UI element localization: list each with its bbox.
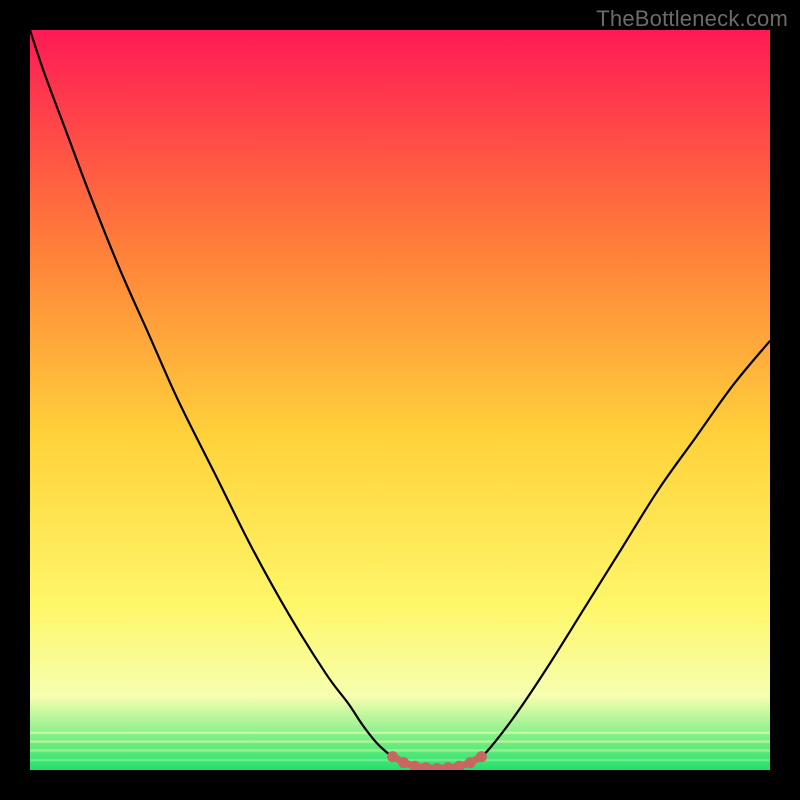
optimal-marker <box>465 757 476 768</box>
gradient-background <box>30 30 770 770</box>
green-band <box>30 749 770 751</box>
green-band <box>30 732 770 734</box>
green-band <box>30 740 770 742</box>
chart-svg <box>30 30 770 770</box>
optimal-marker <box>387 751 398 762</box>
optimal-marker <box>476 751 487 762</box>
chart-frame: TheBottleneck.com <box>0 0 800 800</box>
watermark-text: TheBottleneck.com <box>596 6 788 32</box>
optimal-marker <box>398 757 409 768</box>
plot-area <box>30 30 770 770</box>
